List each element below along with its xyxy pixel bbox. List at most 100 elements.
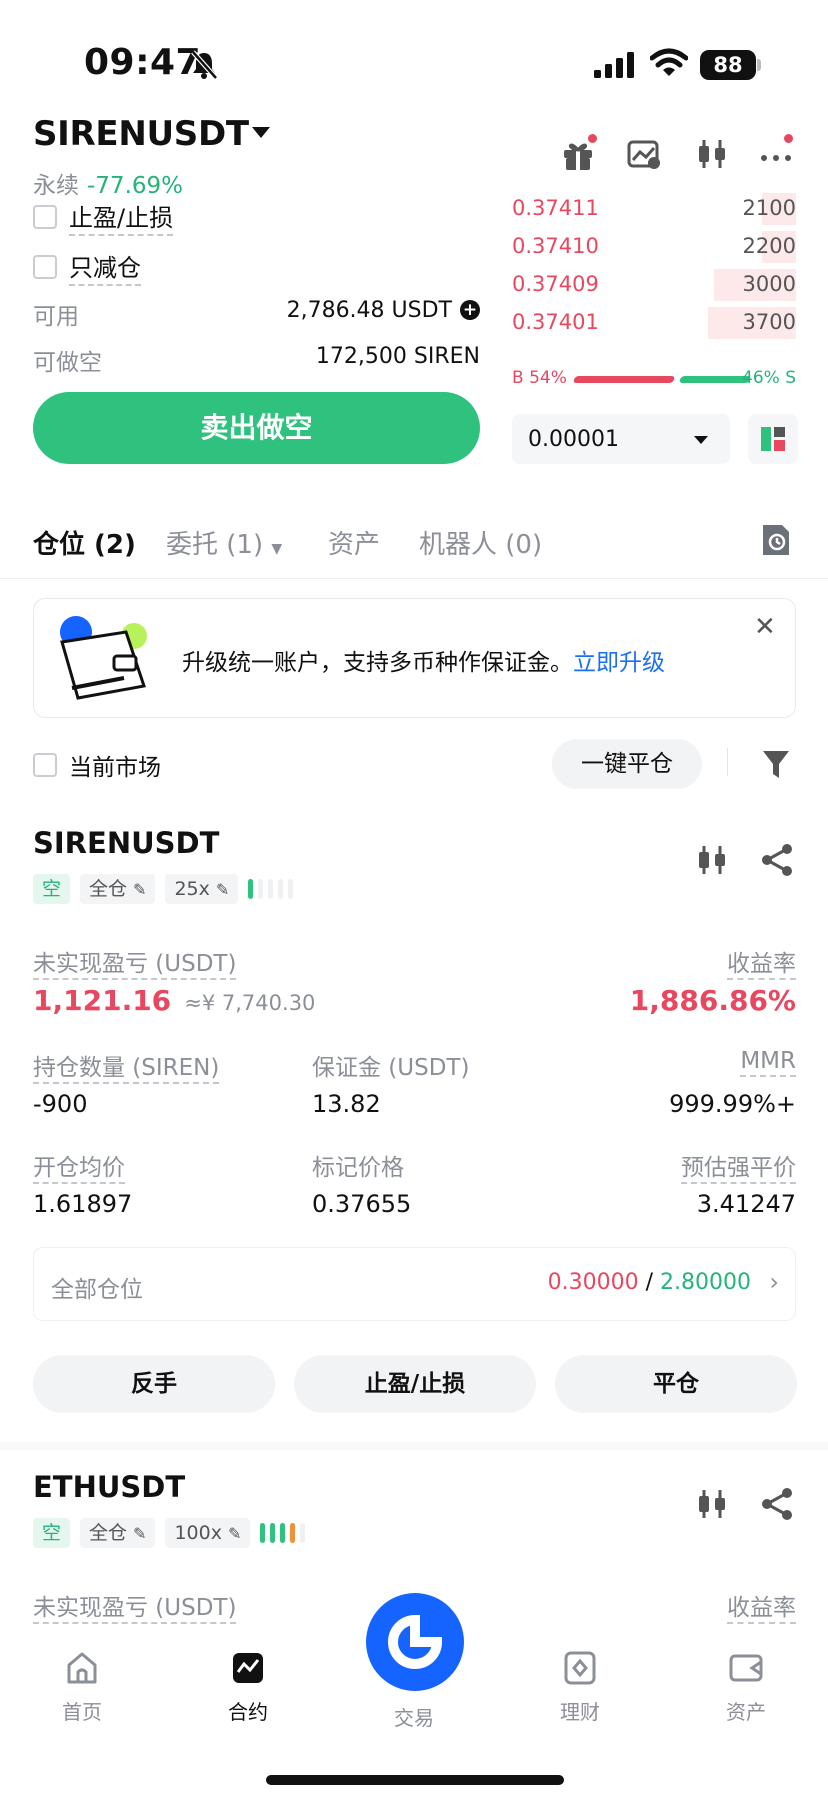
unrealized-pnl-label: 未实现盈亏 (USDT) (33, 1588, 237, 1624)
checkbox-box[interactable] (33, 753, 57, 777)
entry-price-label-text: 开仓均价 (33, 1155, 125, 1184)
upgrade-link[interactable]: 立即升级 (573, 650, 665, 676)
leverage-tag[interactable]: 100x ✎ (165, 1518, 251, 1548)
tick-size-select[interactable]: 0.00001 (512, 414, 730, 464)
nav-home[interactable]: 首页 (27, 1650, 137, 1725)
risk-bar (260, 1523, 266, 1543)
add-funds-icon[interactable]: + (460, 300, 480, 320)
signal-icon (594, 52, 634, 78)
mark-price-value: 0.37655 (312, 1190, 412, 1218)
chart-analysis-icon[interactable] (626, 136, 662, 172)
nav-assets-label: 资产 (726, 1700, 766, 1724)
roe-label: 收益率 (727, 1588, 796, 1624)
tab-assets[interactable]: 资产 (328, 524, 380, 561)
wallet-illustration-icon (60, 616, 147, 700)
roe-value: 1,886.86% (629, 984, 796, 1017)
edit-icon: ✎ (133, 1524, 147, 1543)
current-market-checkbox[interactable]: 当前市场 (33, 748, 161, 782)
risk-bar (270, 1523, 276, 1543)
ask-quantity: 2100 (742, 196, 796, 220)
checkbox-box[interactable] (33, 255, 57, 279)
close-all-button[interactable]: 一键平仓 (552, 739, 702, 789)
battery-indicator: 88 (700, 50, 756, 80)
position-symbol[interactable]: SIRENUSDT (33, 826, 219, 860)
change-percent: -77.69% (87, 173, 183, 199)
nav-earn[interactable]: 理财 (525, 1650, 635, 1725)
tab-orders[interactable]: 委托 (1) ▼ (166, 524, 282, 561)
nav-futures[interactable]: 合约 (193, 1650, 303, 1725)
close-icon[interactable]: ✕ (754, 612, 776, 642)
share-icon[interactable] (760, 1486, 794, 1522)
upgrade-banner-text: 升级统一账户，支持多币种作保证金。立即升级 (182, 643, 665, 677)
order-book-ask-row[interactable]: 0.37409 3000 (512, 269, 796, 301)
gift-notification-dot (588, 134, 597, 143)
order-book-ask-row[interactable]: 0.37401 3700 (512, 307, 796, 339)
upgrade-message: 升级统一账户，支持多币种作保证金。 (182, 650, 573, 676)
nav-futures-label: 合约 (228, 1700, 268, 1724)
caret-down-icon[interactable] (252, 127, 270, 138)
ask-quantity: 2200 (742, 234, 796, 258)
risk-bar (280, 1523, 286, 1543)
buy-sell-ratio: B 54% 46% S (512, 368, 796, 392)
more-notification-dot (784, 134, 793, 143)
order-history-icon[interactable] (760, 522, 792, 558)
roe-label: 收益率 (727, 944, 796, 980)
ask-price: 0.37401 (512, 310, 599, 334)
orderbook-layout-button[interactable] (748, 414, 798, 464)
sl-price: 2.80000 (660, 1270, 751, 1295)
tick-size-value: 0.00001 (528, 427, 619, 452)
nav-trade-label[interactable]: 交易 (359, 1702, 469, 1731)
entry-price-label: 开仓均价 (33, 1148, 125, 1184)
tabs-divider (0, 578, 828, 579)
divider (727, 748, 728, 776)
nav-assets[interactable]: 资产 (691, 1650, 801, 1725)
trade-button[interactable] (366, 1593, 464, 1691)
available-label: 可用 (33, 304, 79, 330)
size-label: 持仓数量 (SIREN) (33, 1048, 220, 1084)
risk-bar (268, 879, 274, 899)
sell-ratio: 46% S (742, 368, 796, 388)
side-tag: 空 (33, 874, 71, 904)
reduce-only-label: 只减仓 (69, 248, 141, 286)
tp-sl-checkbox[interactable]: 止盈/止损 (33, 198, 174, 236)
margin-mode-tag[interactable]: 全仓 ✎ (80, 1518, 156, 1548)
leverage-label: 25x (174, 878, 210, 900)
order-book-ask-row[interactable]: 0.37411 2100 (512, 193, 796, 225)
battery-nub (757, 59, 761, 71)
roe-label-text: 收益率 (727, 1595, 796, 1624)
reduce-only-checkbox[interactable]: 只减仓 (33, 248, 141, 286)
candlestick-icon[interactable] (694, 1486, 730, 1522)
filter-icon[interactable] (762, 748, 790, 780)
unrealized-pnl-label: 未实现盈亏 (USDT) (33, 944, 237, 980)
all-positions-tpsl-row[interactable]: 全部仓位 0.30000 / 2.80000 › (33, 1247, 796, 1321)
tp-sl-values: 0.30000 / 2.80000 (547, 1270, 751, 1295)
leverage-tag[interactable]: 25x ✎ (165, 874, 239, 904)
candlestick-icon[interactable] (694, 136, 730, 172)
entry-price-value: 1.61897 (33, 1190, 133, 1218)
tab-positions[interactable]: 仓位 (2) (33, 524, 136, 561)
share-icon[interactable] (760, 842, 794, 878)
candlestick-icon[interactable] (694, 842, 730, 878)
symbol-selector[interactable]: SIRENUSDT (33, 114, 249, 154)
sell-short-button[interactable]: 卖出做空 (33, 392, 480, 464)
risk-bar (290, 1523, 296, 1543)
margin-mode-tag[interactable]: 全仓 ✎ (80, 874, 156, 904)
side-tag: 空 (33, 1518, 71, 1548)
risk-bar (278, 879, 284, 899)
home-icon (67, 1652, 97, 1684)
home-indicator (266, 1775, 564, 1785)
mmr-label: MMR (740, 1048, 796, 1077)
checkbox-box[interactable] (33, 205, 57, 229)
order-book-ask-row[interactable]: 0.37410 2200 (512, 231, 796, 263)
tab-bots[interactable]: 机器人 (0) (419, 524, 542, 561)
nav-earn-label: 理财 (560, 1700, 600, 1724)
position-tags: 空 全仓 ✎ 25x ✎ (33, 874, 294, 904)
caret-down-icon (694, 436, 708, 444)
tp-sl-button[interactable]: 止盈/止损 (294, 1355, 536, 1413)
close-position-button[interactable]: 平仓 (555, 1355, 797, 1413)
mark-price-label: 标记价格 (312, 1155, 404, 1181)
max-short-value: 172,500 SIREN (315, 344, 480, 369)
position-symbol[interactable]: ETHUSDT (33, 1470, 185, 1504)
mmr-label-text: MMR (740, 1048, 796, 1077)
reverse-button[interactable]: 反手 (33, 1355, 275, 1413)
